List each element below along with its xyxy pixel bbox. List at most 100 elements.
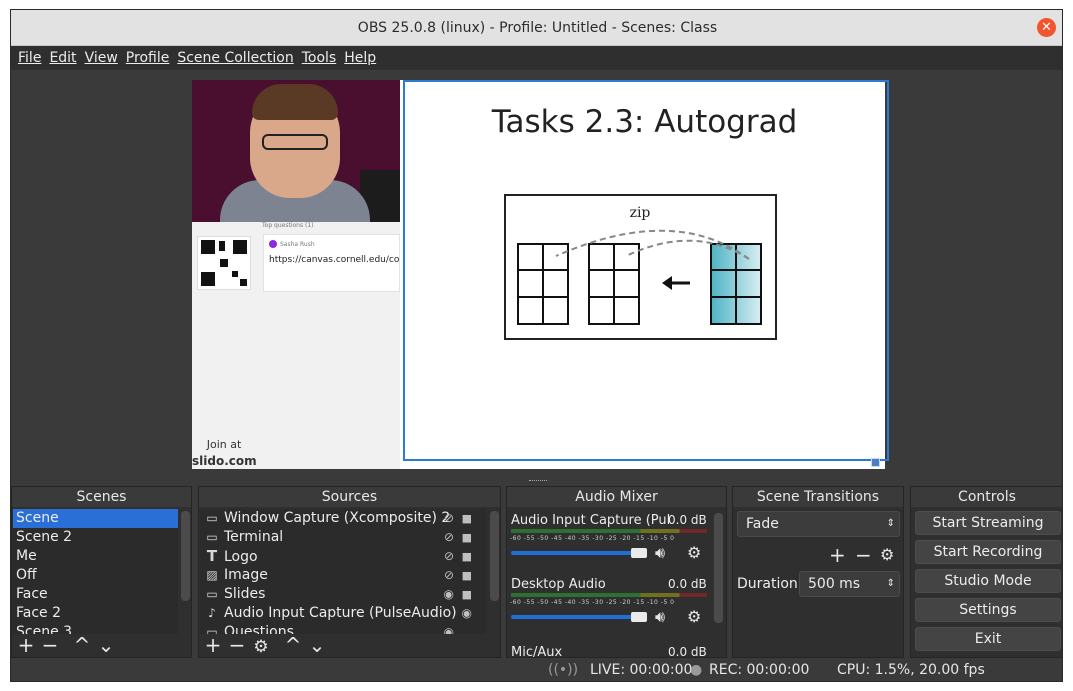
scene-item[interactable]: Off: [13, 566, 178, 585]
rec-timer: REC: 00:00:00: [709, 662, 810, 678]
lock-icon[interactable]: ■: [462, 547, 472, 566]
move-down-icon[interactable]: ⌄: [305, 634, 329, 656]
menu-profile[interactable]: Profile: [122, 46, 174, 70]
source-item[interactable]: ▭ Slides ◉ ■: [200, 585, 486, 604]
source-selection-box[interactable]: [403, 80, 889, 461]
hidden-eye-icon[interactable]: ⊘: [444, 509, 454, 528]
channel-db: 0.0 dB: [668, 513, 707, 527]
gear-icon[interactable]: ⚙: [687, 543, 701, 562]
source-item[interactable]: ▭ Terminal ⊘ ■: [200, 528, 486, 547]
source-item[interactable]: ▭ Window Capture (Xcomposite) 2 ⊘ ■: [200, 509, 486, 528]
add-source-icon[interactable]: +: [201, 634, 225, 656]
scene-item[interactable]: Scene 2: [13, 528, 178, 547]
source-item[interactable]: T Logo ⊘ ■: [200, 547, 486, 566]
image-icon: ▨: [206, 568, 218, 582]
close-icon[interactable]: ✕: [1037, 18, 1056, 37]
record-dot-icon: ●: [690, 662, 703, 678]
menu-help[interactable]: Help: [340, 46, 380, 70]
transitions-title: Scene Transitions: [733, 487, 903, 507]
move-up-icon[interactable]: ^: [281, 634, 305, 656]
sources-list[interactable]: ▭ Window Capture (Xcomposite) 2 ⊘ ■ ▭ Termin…: [200, 509, 486, 634]
eye-icon[interactable]: ◉: [444, 623, 454, 634]
scene-item[interactable]: Face: [13, 585, 178, 604]
hidden-eye-icon[interactable]: ⊘: [444, 566, 454, 585]
remove-source-icon[interactable]: −: [225, 634, 249, 656]
source-properties-gear-icon[interactable]: ⚙: [249, 636, 273, 658]
slido-site: slido.com: [192, 454, 257, 468]
obs-window: OBS 25.0.8 (linux) - Profile: Untitled -…: [10, 9, 1063, 682]
studio-mode-button[interactable]: Studio Mode: [915, 569, 1061, 593]
gear-icon[interactable]: ⚙: [687, 607, 701, 626]
scenes-dock: Scenes Scene Scene 2 Me Off Face Face 2 …: [11, 486, 192, 658]
volume-slider-handle[interactable]: [631, 548, 647, 558]
channel-name: Desktop Audio: [511, 577, 606, 592]
eye-icon[interactable]: ◉: [444, 585, 454, 604]
broadcast-icon: ((•)): [548, 662, 579, 678]
source-item[interactable]: ♪ Audio Input Capture (PulseAudio) ◉: [200, 604, 486, 623]
window-icon: ▭: [206, 587, 218, 601]
card-text: https://canvas.cornell.edu/courses/20583…: [269, 255, 400, 265]
start-streaming-button[interactable]: Start Streaming: [915, 511, 1061, 535]
sources-dock: Sources ▭ Window Capture (Xcomposite) 2 ⊘ ■…: [198, 486, 501, 658]
scenes-scrollbar[interactable]: [181, 511, 190, 601]
speaker-icon[interactable]: 🔊︎: [655, 607, 665, 627]
volume-slider[interactable]: [511, 551, 641, 555]
window-icon: ▭: [206, 511, 218, 525]
mixer-scrollbar[interactable]: [714, 513, 723, 623]
menu-edit[interactable]: Edit: [45, 46, 80, 70]
scenes-title: Scenes: [12, 487, 191, 507]
microphone-icon: ♪: [208, 606, 216, 620]
volume-meter: [511, 593, 707, 597]
settings-button[interactable]: Settings: [915, 598, 1061, 622]
hidden-eye-icon[interactable]: ⊘: [444, 528, 454, 547]
add-transition-icon[interactable]: +: [829, 543, 846, 567]
start-recording-button[interactable]: Start Recording: [915, 540, 1061, 564]
lock-icon[interactable]: ■: [462, 566, 472, 585]
volume-slider[interactable]: [511, 615, 641, 619]
menu-tools[interactable]: Tools: [298, 46, 341, 70]
scene-item[interactable]: Face 2: [13, 604, 178, 623]
live-timer: LIVE: 00:00:00: [590, 662, 693, 678]
transition-properties-gear-icon[interactable]: ⚙: [880, 545, 894, 564]
transition-select[interactable]: Fade ⇕: [737, 511, 900, 537]
exit-button[interactable]: Exit: [915, 627, 1061, 651]
hidden-eye-icon[interactable]: ⊘: [444, 547, 454, 566]
sources-title: Sources: [199, 487, 500, 507]
remove-transition-icon[interactable]: −: [855, 543, 872, 567]
slido-panel: Top questions (1) Sasha Rush https://can…: [192, 222, 400, 469]
window-title: OBS 25.0.8 (linux) - Profile: Untitled -…: [357, 20, 718, 36]
slido-join-text: Join at: [206, 438, 242, 451]
controls-title: Controls: [911, 487, 1062, 507]
speaker-icon[interactable]: 🔊︎: [655, 543, 665, 563]
scene-transitions-dock: Scene Transitions Fade ⇕ + − ⚙ Duration …: [732, 486, 904, 658]
meter-ticks: -60 -55 -50 -45 -40 -35 -30 -25 -20 -15 …: [510, 535, 675, 542]
scenes-list[interactable]: Scene Scene 2 Me Off Face Face 2 Scene 3: [13, 509, 178, 634]
preview-area[interactable]: Top questions (1) Sasha Rush https://can…: [11, 70, 1062, 478]
sources-scrollbar[interactable]: [490, 511, 499, 601]
slido-top-questions: Top questions (1): [262, 222, 314, 229]
resize-handle[interactable]: [871, 458, 880, 467]
channel-db: 0.0 dB: [668, 645, 707, 659]
scene-item[interactable]: Me: [13, 547, 178, 566]
source-item[interactable]: ▨ Image ⊘ ■: [200, 566, 486, 585]
scene-item[interactable]: Scene: [13, 509, 178, 528]
lock-icon[interactable]: ■: [462, 585, 472, 604]
move-up-icon[interactable]: ^: [70, 634, 94, 656]
audio-mixer-dock: Audio Mixer Audio Input Capture (Pulse 0…: [506, 486, 727, 660]
remove-scene-icon[interactable]: −: [38, 634, 62, 656]
lock-icon[interactable]: ■: [462, 528, 472, 547]
text-icon: T: [206, 547, 218, 565]
spin-arrows-icon[interactable]: ⇕: [887, 572, 895, 596]
card-sender: Sasha Rush: [280, 241, 315, 248]
add-scene-icon[interactable]: +: [14, 634, 38, 656]
move-down-icon[interactable]: ⌄: [94, 634, 118, 656]
dock-splitter[interactable]: [11, 478, 1062, 486]
qr-code-icon: [197, 236, 251, 290]
menu-view[interactable]: View: [81, 46, 122, 70]
duration-spinbox[interactable]: 500 ms ⇕: [799, 571, 900, 597]
eye-icon[interactable]: ◉: [462, 604, 472, 623]
menu-scene-collection[interactable]: Scene Collection: [173, 46, 297, 70]
lock-icon[interactable]: ■: [462, 509, 472, 528]
volume-slider-handle[interactable]: [631, 612, 647, 622]
menu-file[interactable]: File: [14, 46, 45, 70]
